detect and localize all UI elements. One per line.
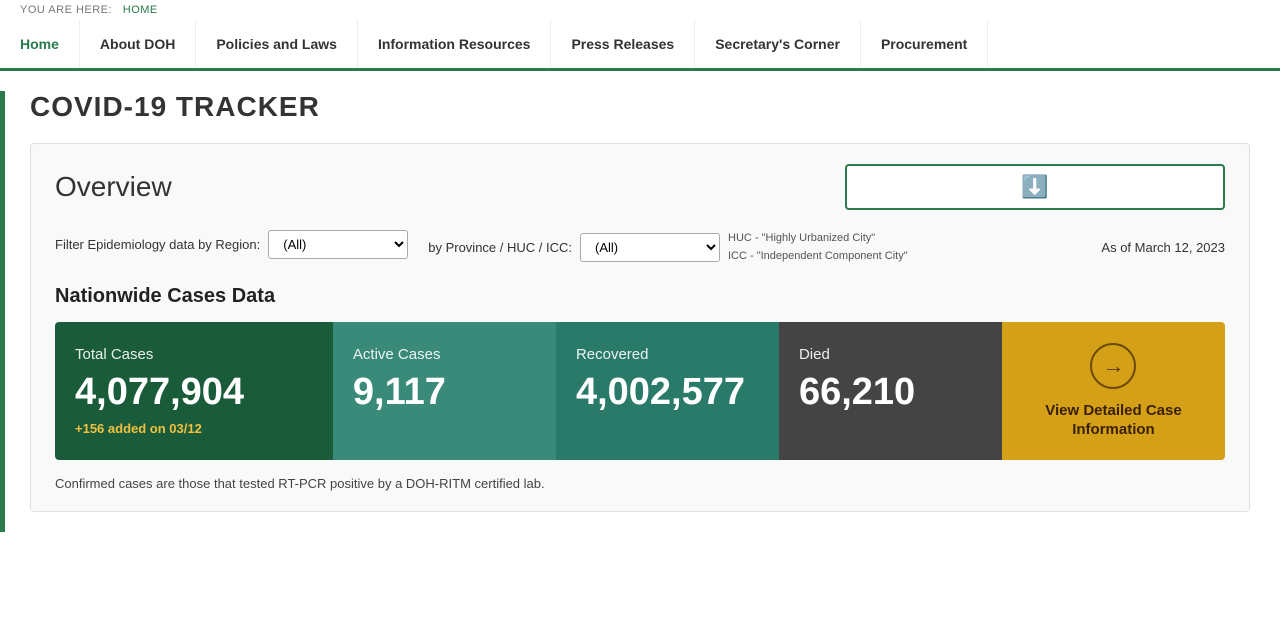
breadcrumb-prefix: YOU ARE HERE: (20, 4, 112, 16)
province-filter-label: by Province / HUC / ICC: (428, 240, 572, 255)
cards-row: Total Cases 4,077,904 +156 added on 03/1… (55, 322, 1225, 460)
overview-section: Overview ⬇️ Filter Epidemiology data by … (30, 143, 1250, 512)
died-label: Died (799, 346, 982, 363)
confirmed-note: Confirmed cases are those that tested RT… (55, 476, 1225, 491)
nationwide-title: Nationwide Cases Data (55, 285, 1225, 308)
nav-item-about-doh[interactable]: About DOH (80, 20, 196, 68)
nav-item-policies-laws[interactable]: Policies and Laws (196, 20, 358, 68)
region-filter-label: Filter Epidemiology data by Region: (55, 237, 260, 252)
total-cases-value: 4,077,904 (75, 373, 313, 411)
recovered-card: Recovered 4,002,577 (556, 322, 779, 460)
recovered-label: Recovered (576, 346, 759, 363)
died-value: 66,210 (799, 373, 982, 411)
active-cases-value: 9,117 (353, 373, 536, 411)
overview-title: Overview (55, 171, 172, 203)
date-label: As of March 12, 2023 (1101, 240, 1225, 255)
died-card: Died 66,210 (779, 322, 1002, 460)
filters-row: Filter Epidemiology data by Region: (All… (55, 230, 1225, 265)
icc-note: ICC - "Independent Component City" (728, 248, 908, 266)
download-button[interactable]: ⬇️ (845, 164, 1225, 210)
view-arrow-icon: → (1090, 343, 1136, 389)
download-icon: ⬇️ (1021, 174, 1048, 200)
view-label: View Detailed Case Information (1022, 401, 1205, 440)
total-cases-label: Total Cases (75, 346, 313, 363)
breadcrumb-home[interactable]: HOME (123, 4, 158, 16)
region-filter-select[interactable]: (All) (268, 230, 408, 259)
active-cases-label: Active Cases (353, 346, 536, 363)
left-accent-bar (0, 91, 5, 532)
nav-item-press-releases[interactable]: Press Releases (551, 20, 695, 68)
nav-item-procurement[interactable]: Procurement (861, 20, 988, 68)
region-filter-group: Filter Epidemiology data by Region: (All… (55, 230, 408, 259)
navigation: Home About DOH Policies and Laws Informa… (0, 20, 1280, 71)
view-detailed-card[interactable]: → View Detailed Case Information (1002, 322, 1225, 460)
province-info: HUC - "Highly Urbanized City" ICC - "Ind… (728, 230, 908, 265)
total-cases-card: Total Cases 4,077,904 +156 added on 03/1… (55, 322, 333, 460)
overview-header: Overview ⬇️ (55, 164, 1225, 210)
active-cases-card: Active Cases 9,117 (333, 322, 556, 460)
total-cases-delta: +156 added on 03/12 (75, 421, 313, 436)
province-filter-select[interactable]: (All) (580, 233, 720, 262)
recovered-value: 4,002,577 (576, 373, 759, 411)
huc-note: HUC - "Highly Urbanized City" (728, 230, 908, 248)
page-content: COVID-19 TRACKER Overview ⬇️ Filter Epid… (0, 71, 1280, 532)
nav-item-home[interactable]: Home (0, 20, 80, 68)
breadcrumb: YOU ARE HERE: HOME (0, 0, 1280, 20)
nav-item-secretarys-corner[interactable]: Secretary's Corner (695, 20, 861, 68)
page-title: COVID-19 TRACKER (30, 91, 1250, 123)
province-filter-group: by Province / HUC / ICC: (All) HUC - "Hi… (428, 230, 907, 265)
nav-item-information-resources[interactable]: Information Resources (358, 20, 551, 68)
